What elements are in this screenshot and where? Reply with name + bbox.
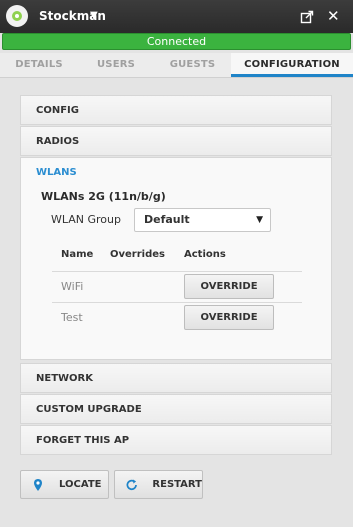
refresh-icon <box>126 478 137 490</box>
tab-details[interactable]: DETAILS <box>0 53 78 77</box>
title-bar: Stockman ▼ ✕ <box>0 0 353 33</box>
chevron-down-icon[interactable]: ▼ <box>90 10 98 21</box>
tab-users[interactable]: USERS <box>78 53 154 77</box>
connection-status-bar: Connected <box>2 33 351 50</box>
section-config[interactable]: CONFIG <box>20 95 332 125</box>
close-icon[interactable]: ✕ <box>327 7 340 25</box>
restart-label: RESTART <box>152 479 202 490</box>
section-radios[interactable]: RADIOS <box>20 126 332 156</box>
override-button[interactable]: OVERRIDE <box>184 305 274 330</box>
section-custom-upgrade[interactable]: CUSTOM UPGRADE <box>20 394 332 424</box>
locate-label: LOCATE <box>59 479 102 490</box>
restart-button[interactable]: RESTART <box>114 470 203 499</box>
wlan-group-select[interactable]: Default ▼ <box>134 208 271 232</box>
tab-bar: DETAILS USERS GUESTS CONFIGURATION <box>0 53 353 78</box>
section-network[interactable]: NETWORK <box>20 363 332 393</box>
popout-icon[interactable] <box>300 10 314 24</box>
section-wlans[interactable]: WLANS <box>36 167 77 178</box>
wlan-group-label: WLAN Group <box>51 213 121 226</box>
column-header-overrides: Overrides <box>110 249 165 260</box>
wlans-panel: WLANS WLANs 2G (11n/b/g) WLAN Group Defa… <box>20 157 332 360</box>
override-button[interactable]: OVERRIDE <box>184 274 274 299</box>
chevron-down-icon: ▼ <box>256 215 263 225</box>
table-divider <box>52 271 302 272</box>
tab-guests[interactable]: GUESTS <box>154 53 231 77</box>
section-forget-ap[interactable]: FORGET THIS AP <box>20 425 332 455</box>
tab-configuration[interactable]: CONFIGURATION <box>231 53 353 77</box>
column-header-actions: Actions <box>184 249 226 260</box>
wlans-subtitle: WLANs 2G (11n/b/g) <box>41 190 166 203</box>
wlan-row-name: WiFi <box>61 280 84 293</box>
map-pin-icon <box>34 478 42 491</box>
unifi-logo-icon <box>6 5 28 27</box>
column-header-name: Name <box>61 249 94 260</box>
locate-button[interactable]: LOCATE <box>20 470 109 499</box>
wlan-group-value: Default <box>144 213 190 226</box>
wlan-row-name: Test <box>61 311 83 324</box>
table-divider <box>52 302 302 303</box>
